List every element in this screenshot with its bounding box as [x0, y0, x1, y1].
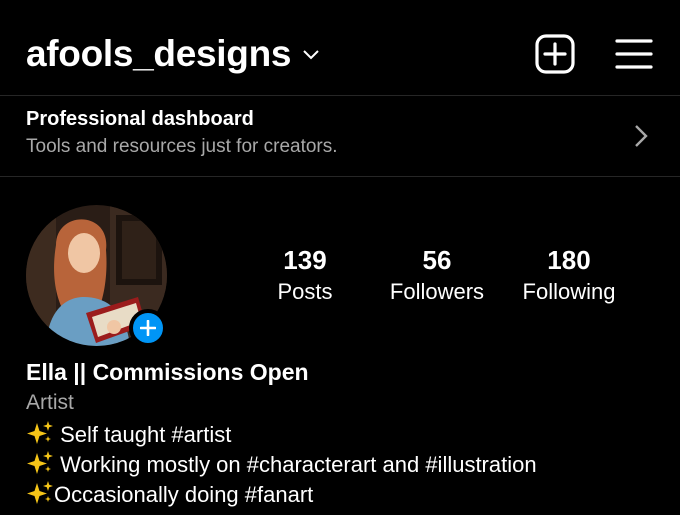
create-post-button[interactable]: [535, 34, 575, 74]
hamburger-menu-icon[interactable]: [615, 38, 653, 70]
stat-posts[interactable]: 139 Posts: [265, 245, 345, 309]
bio-line: Working mostly on #characterart and #ill…: [26, 451, 537, 478]
stat-followers[interactable]: 56 Followers: [382, 245, 492, 309]
bio-text: Self taught #artist: [54, 422, 232, 447]
top-bar: afools_designs: [0, 0, 680, 95]
bio-line: Self taught #artist: [26, 421, 231, 448]
divider: [0, 176, 680, 177]
profile-category: Artist: [26, 391, 74, 414]
plus-icon: [140, 320, 156, 336]
chevron-down-icon: [303, 50, 319, 60]
bio-text: Occasionally doing #fanart: [54, 482, 314, 507]
following-label: Following: [522, 279, 616, 304]
bio-text: Working mostly on #characterart and #ill…: [54, 452, 537, 477]
sparkles-icon: [27, 481, 53, 504]
profile-name: Ella || Commissions Open: [26, 359, 309, 385]
following-count: 180: [547, 245, 591, 275]
sparkles-icon: [27, 421, 53, 444]
followers-count: 56: [422, 245, 452, 275]
posts-count: 139: [283, 245, 327, 275]
chevron-right-icon: [635, 125, 648, 147]
add-story-button[interactable]: [129, 309, 167, 347]
dashboard-subtitle: Tools and resources just for creators.: [26, 136, 338, 157]
dashboard-title: Professional dashboard: [26, 108, 254, 130]
sparkles-icon: [27, 451, 53, 474]
username: afools_designs: [26, 33, 292, 74]
bio-line: Occasionally doing #fanart: [26, 481, 313, 508]
posts-label: Posts: [277, 279, 333, 304]
stat-following[interactable]: 180 Following: [512, 245, 626, 309]
followers-label: Followers: [389, 279, 485, 304]
account-switcher[interactable]: afools_designs: [26, 32, 319, 76]
